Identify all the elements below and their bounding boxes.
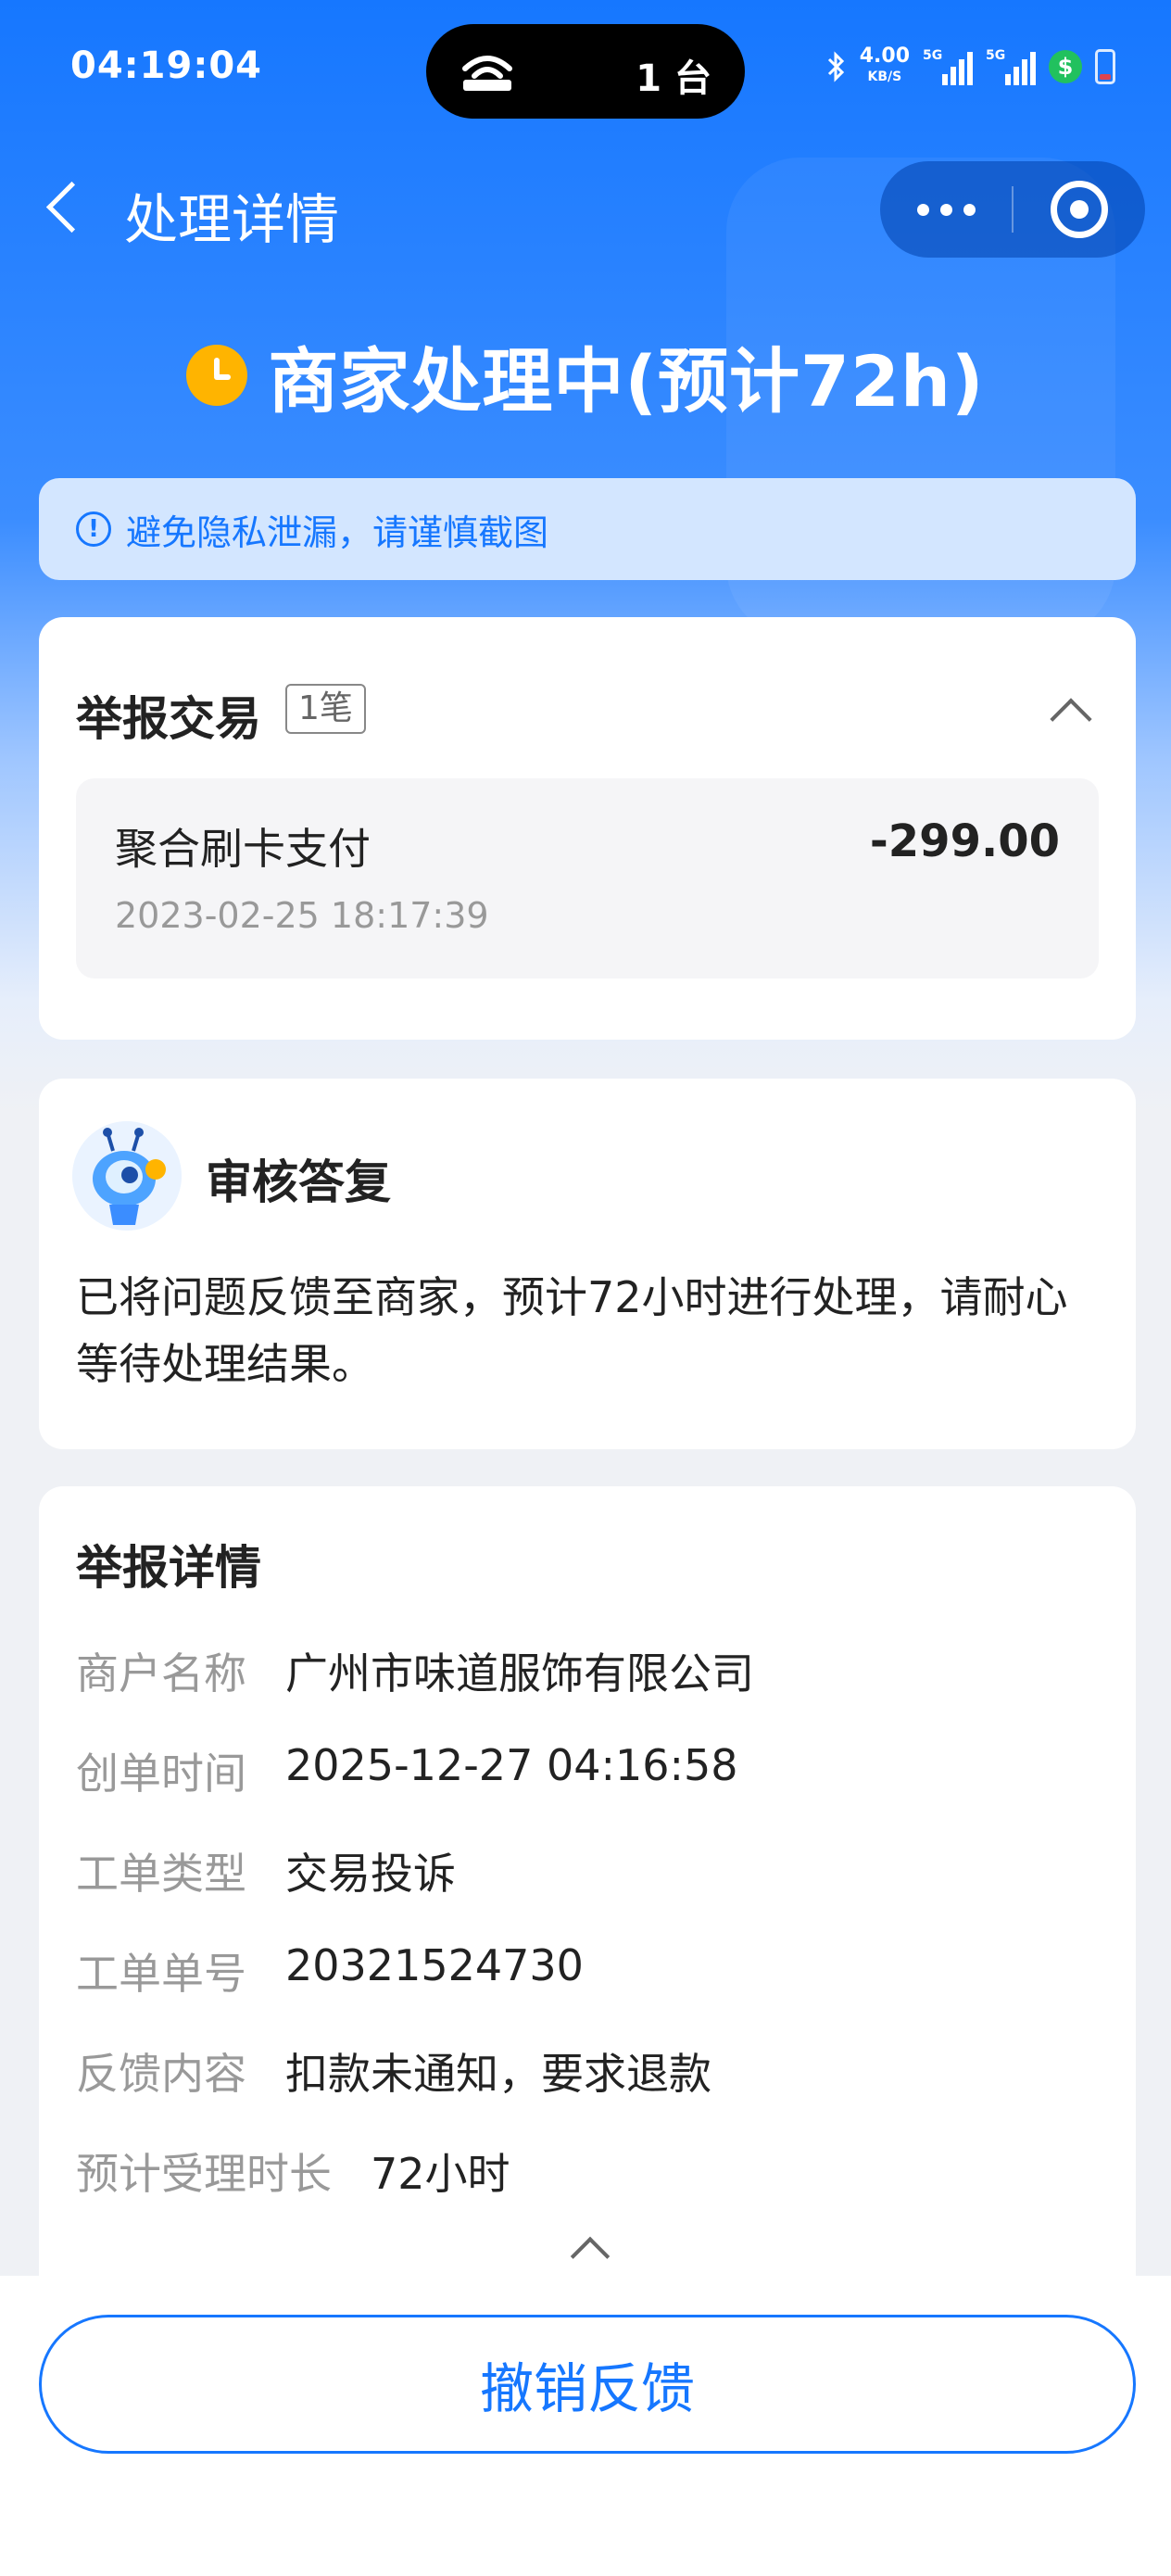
detail-row-merchant: 商户名称 广州市味道服饰有限公司	[76, 1640, 754, 1701]
transaction-count-badge: 1笔	[285, 684, 366, 734]
detail-row-ticket-number: 工单单号 20321524730	[76, 1940, 584, 2001]
status-icons: 4.00 KB/S 5G 5G $	[826, 46, 1115, 87]
detail-value: 广州市味道服饰有限公司	[285, 1648, 754, 1698]
bluetooth-icon	[827, 51, 844, 82]
signal-2-icon: 5G	[986, 48, 1036, 85]
detail-key: 工单类型	[76, 1849, 246, 1899]
privacy-notice: ! 避免隐私泄漏，请谨慎截图	[39, 478, 1136, 580]
review-reply-text: 已将问题反馈至商家，预计72小时进行处理，请耐心等待处理结果。	[76, 1272, 1068, 1389]
detail-value: 扣款未通知，要求退款	[285, 2049, 711, 2099]
page-title: 处理详情	[124, 188, 340, 251]
mini-program-capsule	[880, 161, 1145, 258]
signal-1-icon: 5G	[923, 48, 973, 85]
robot-mascot-icon	[72, 1121, 182, 1231]
detail-value: 交易投诉	[285, 1849, 456, 1899]
close-mini-program-button[interactable]	[1014, 161, 1145, 258]
navigation-bar: 处理详情	[0, 148, 1171, 269]
info-icon: !	[76, 511, 111, 547]
assistant-avatar	[72, 1121, 182, 1231]
network-speed-unit: KB/S	[867, 69, 902, 84]
network-speed: 4.00 KB/S	[860, 46, 910, 87]
detail-key: 预计受理时长	[76, 2149, 332, 2199]
report-detail-card: 举报详情 商户名称 广州市味道服饰有限公司 创单时间 2025-12-27 04…	[39, 1486, 1136, 2320]
more-options-button[interactable]	[880, 161, 1012, 258]
detail-key: 反馈内容	[76, 2049, 246, 2099]
signal-2-label: 5G	[986, 48, 1006, 63]
revoke-feedback-button[interactable]: 撤销反馈	[39, 2315, 1136, 2454]
target-icon	[1051, 181, 1108, 238]
privacy-notice-text: 避免隐私泄漏，请谨慎截图	[126, 511, 549, 553]
processing-status: 商家处理中(预计72h)	[0, 324, 1171, 426]
signal-1-label: 5G	[923, 48, 943, 63]
detail-value: 72小时	[371, 2149, 510, 2199]
status-bar: 04:19:04 1 台 4.00 KB/S 5G 5G $	[0, 0, 1171, 139]
hotspot-icon	[462, 56, 512, 91]
detail-row-feedback: 反馈内容 扣款未通知，要求退款	[76, 2040, 711, 2102]
clock-icon	[186, 345, 248, 406]
detail-key: 创单时间	[76, 1749, 246, 1799]
transaction-item[interactable]: 聚合刷卡支付 -299.00 2023-02-25 18:17:39	[76, 778, 1099, 979]
back-arrow-icon[interactable]	[37, 174, 93, 239]
report-transaction-title: 举报交易	[76, 692, 261, 746]
detail-value: 2025-12-27 04:16:58	[285, 1740, 738, 1790]
detail-row-expected-duration: 预计受理时长 72小时	[76, 2140, 510, 2202]
transaction-amount: -299.00	[869, 815, 1060, 867]
detail-row-ticket-type: 工单类型 交易投诉	[76, 1840, 456, 1901]
review-reply-title: 审核答复	[206, 1155, 391, 1209]
status-time: 04:19:04	[70, 44, 262, 87]
transaction-time: 2023-02-25 18:17:39	[115, 895, 489, 936]
chevron-up-icon[interactable]	[565, 2228, 611, 2265]
bottom-action-bar: 撤销反馈	[0, 2276, 1171, 2576]
report-detail-title: 举报详情	[76, 1541, 261, 1595]
review-reply-card: 审核答复 已将问题反馈至商家，预计72小时进行处理，请耐心等待处理结果。	[39, 1079, 1136, 1449]
battery-icon	[1095, 49, 1115, 84]
detail-key: 工单单号	[76, 1949, 246, 1999]
transaction-name: 聚合刷卡支付	[115, 824, 371, 874]
report-transaction-card: 举报交易 1笔 聚合刷卡支付 -299.00 2023-02-25 18:17:…	[39, 617, 1136, 1040]
detail-value[interactable]: 20321524730	[285, 1940, 584, 2001]
payment-notification-icon: $	[1049, 50, 1082, 83]
dynamic-island[interactable]: 1 台	[426, 24, 745, 119]
chevron-up-icon[interactable]	[1047, 691, 1093, 728]
network-speed-value: 4.00	[859, 44, 910, 68]
detail-key: 商户名称	[76, 1648, 246, 1698]
connected-devices-count: 1 台	[636, 57, 711, 100]
detail-row-created-time: 创单时间 2025-12-27 04:16:58	[76, 1740, 738, 1801]
status-text: 商家处理中(预计72h)	[268, 340, 985, 423]
